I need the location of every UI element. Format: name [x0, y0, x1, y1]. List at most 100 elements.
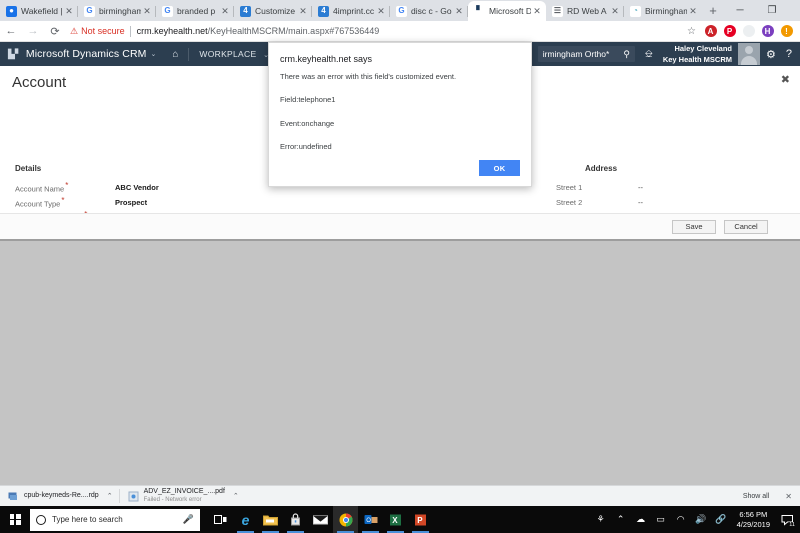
field-value[interactable]: -- — [638, 198, 643, 207]
tab-close-button[interactable]: ✕ — [375, 5, 387, 17]
action-center-icon[interactable]: 11 — [776, 506, 798, 533]
browser-tab-8[interactable]: ☰ RD Web A ✕ — [546, 1, 624, 21]
dynamics-logo-icon: ▙▘ — [8, 48, 22, 59]
tab-close-button[interactable]: ✕ — [297, 5, 309, 17]
clock-date: 4/29/2019 — [736, 519, 770, 529]
browser-tab-7-active[interactable]: ▘ Microsoft D ✕ — [468, 1, 546, 21]
close-icon[interactable]: ✖ — [781, 73, 790, 86]
bookmark-star-icon[interactable]: ☆ — [682, 22, 701, 41]
tab-title: Birmingham — [645, 6, 687, 16]
search-circle-icon — [36, 514, 46, 525]
close-icon[interactable]: ✕ — [785, 492, 792, 501]
adobe-acrobat-extension-icon[interactable]: A — [701, 22, 720, 41]
crm-user-info[interactable]: Haley Cleveland Key Health MSCRM — [663, 44, 732, 64]
close-window-button[interactable]: ✕ — [788, 0, 800, 21]
forward-button[interactable]: → — [22, 25, 44, 37]
tab-close-button[interactable]: ✕ — [609, 5, 621, 17]
maximize-button[interactable]: ❐ — [756, 0, 788, 21]
browser-tab-5[interactable]: 4 4imprint.cc ✕ — [312, 1, 390, 21]
nav-item-workplace[interactable]: WORKPLACE ⌄ — [199, 49, 269, 59]
address-bar[interactable]: ⚠ Not secure crm.keyhealth.net /KeyHealt… — [70, 23, 676, 39]
taskbar-clock[interactable]: 6:56 PM 4/29/2019 — [731, 510, 776, 529]
save-button[interactable]: Save — [672, 219, 716, 234]
tab-close-button[interactable]: ✕ — [63, 5, 75, 17]
svg-text:X: X — [392, 516, 398, 525]
browser-tab-2[interactable]: G birmingham ✕ — [78, 1, 156, 21]
chevron-up-icon[interactable]: ⌃ — [107, 492, 113, 500]
tab-close-button[interactable]: ✕ — [141, 5, 153, 17]
update-alert-icon[interactable]: ! — [777, 22, 796, 41]
dynamics-crm-icon: 4 — [318, 5, 329, 17]
tab-close-button[interactable]: ✕ — [531, 5, 543, 17]
taskbar-search-input[interactable]: Type here to search 🎤 — [30, 508, 200, 531]
task-view-icon[interactable] — [208, 506, 233, 533]
tab-title: disc c - Go — [411, 6, 452, 16]
pinterest-extension-icon[interactable]: P — [720, 22, 739, 41]
chevron-down-icon[interactable]: ⌄ — [150, 50, 156, 58]
minimize-button[interactable]: ─ — [724, 0, 756, 21]
extension-circle-icon[interactable] — [739, 22, 758, 41]
show-hidden-icons-chevron[interactable]: ⌃ — [611, 506, 631, 533]
powerpoint-icon[interactable]: P — [408, 506, 433, 533]
microsoft-store-icon[interactable] — [283, 506, 308, 533]
browser-tab-1[interactable]: ● Wakefield | ✕ — [0, 1, 78, 21]
tab-title: Customize — [255, 6, 296, 16]
page-icon: ☰ — [552, 5, 563, 17]
field-street-1: Street 1 -- — [556, 181, 643, 193]
new-tab-button[interactable]: + — [702, 1, 724, 21]
chrome-browser-icon[interactable] — [333, 506, 358, 533]
chevron-up-icon[interactable]: ⌃ — [233, 492, 239, 500]
help-icon[interactable]: ? — [786, 48, 792, 60]
browser-tab-6[interactable]: G disc c - Go ✕ — [390, 1, 468, 21]
download-filename: cpub-keymeds-Re....rdp — [24, 492, 99, 500]
quick-create-icon[interactable]: ⎒ — [645, 49, 653, 60]
battery-icon[interactable]: ▭ — [651, 506, 671, 533]
outlook-icon[interactable]: O — [358, 506, 383, 533]
reload-button[interactable]: ⟳ — [44, 25, 66, 38]
browser-tab-3[interactable]: G branded p ✕ — [156, 1, 234, 21]
nav-item-workplace-label: WORKPLACE — [199, 49, 257, 59]
mail-icon[interactable] — [308, 506, 333, 533]
back-button[interactable]: ← — [0, 25, 22, 37]
people-share-icon[interactable]: ⚘ — [591, 506, 611, 533]
tab-close-button[interactable]: ✕ — [219, 5, 231, 17]
field-value[interactable]: ABC Vendor — [115, 183, 159, 192]
onedrive-cloud-icon[interactable]: ☁ — [631, 506, 651, 533]
file-explorer-icon[interactable] — [258, 506, 283, 533]
tab-close-button[interactable]: ✕ — [687, 5, 699, 17]
download-item-rdp[interactable]: cpub-keymeds-Re....rdp ⌃ — [0, 486, 119, 507]
show-all-downloads-button[interactable]: Show all — [743, 493, 769, 500]
field-value[interactable]: -- — [638, 183, 643, 192]
user-avatar-icon[interactable] — [738, 43, 760, 65]
browser-tab-4[interactable]: 4 Customize ✕ — [234, 1, 312, 21]
link-icon[interactable]: 🔗 — [711, 506, 731, 533]
crm-brand-label[interactable]: Microsoft Dynamics CRM — [26, 48, 147, 60]
download-status: Failed - Network error — [143, 497, 202, 503]
search-placeholder: Type here to search — [52, 515, 123, 524]
edge-browser-icon[interactable]: e — [233, 506, 258, 533]
volume-icon[interactable]: 🔊 — [691, 506, 711, 533]
field-street-2: Street 2 -- — [556, 196, 643, 208]
cancel-button[interactable]: Cancel — [724, 219, 768, 234]
microphone-icon[interactable]: 🎤 — [183, 514, 194, 525]
profile-avatar-h-icon[interactable]: H — [758, 22, 777, 41]
home-icon[interactable]: ⌂ — [172, 49, 178, 60]
field-value[interactable]: Prospect — [115, 198, 147, 207]
download-item-pdf[interactable]: ADV_EZ_INVOICE_....pdf Failed - Network … — [120, 486, 245, 507]
search-icon[interactable]: ⚲ — [623, 49, 630, 60]
browser-tab-9[interactable]: ◔ Birmingham ✕ — [624, 1, 702, 21]
field-label: Street 2 — [556, 197, 583, 207]
dialog-message: There was an error with this field's cus… — [280, 72, 457, 81]
crm-search-box[interactable]: irmingham Ortho* ⚲ — [537, 46, 635, 62]
javascript-alert-dialog: crm.keyhealth.net says There was an erro… — [268, 42, 532, 187]
wifi-icon[interactable]: ◠ — [671, 506, 691, 533]
excel-icon[interactable]: X — [383, 506, 408, 533]
dialog-ok-button[interactable]: OK — [479, 160, 520, 176]
windows-start-icon[interactable] — [0, 506, 30, 533]
download-text: ADV_EZ_INVOICE_....pdf Failed - Network … — [144, 488, 225, 505]
gear-icon[interactable]: ⚙ — [766, 48, 776, 61]
security-status-label[interactable]: Not secure — [81, 26, 125, 36]
field-label: Street 1 — [556, 182, 583, 192]
tab-close-button[interactable]: ✕ — [453, 5, 465, 17]
clock-time: 6:56 PM — [739, 510, 768, 519]
